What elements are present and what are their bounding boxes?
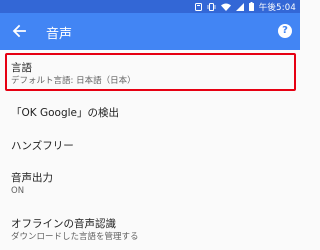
setting-item-ok-google[interactable]: 「OK Google」の検出	[0, 107, 300, 120]
help-icon[interactable]: ?	[278, 24, 292, 38]
setting-subtitle: ダウンロードした言語を管理する	[11, 232, 139, 242]
battery-icon	[248, 2, 254, 11]
setting-item-voice-output[interactable]: 音声出力 ON	[0, 172, 300, 197]
status-time: 午後5:04	[258, 2, 296, 13]
setting-title: 音声出力	[11, 172, 53, 184]
page-title: 音声	[46, 27, 73, 42]
setting-item-hands-free[interactable]: ハンズフリー	[0, 140, 300, 153]
setting-item-offline-recognition[interactable]: オフラインの音声認識 ダウンロードした言語を管理する	[0, 218, 300, 243]
status-bar: 午後5:04	[0, 0, 300, 13]
setting-title: 「OK Google」の検出	[11, 107, 120, 119]
setting-title: オフラインの音声認識	[11, 218, 116, 230]
app-bar: 音声 ?	[0, 13, 300, 50]
setting-subtitle: ON	[11, 186, 25, 196]
arrow-back-icon[interactable]	[10, 22, 28, 40]
signal-icon	[235, 2, 244, 11]
wifi-icon	[220, 3, 231, 11]
notification-icon	[194, 2, 202, 11]
vibrate-icon	[207, 2, 216, 11]
setting-title: ハンズフリー	[11, 140, 74, 152]
highlight-box	[5, 53, 296, 91]
